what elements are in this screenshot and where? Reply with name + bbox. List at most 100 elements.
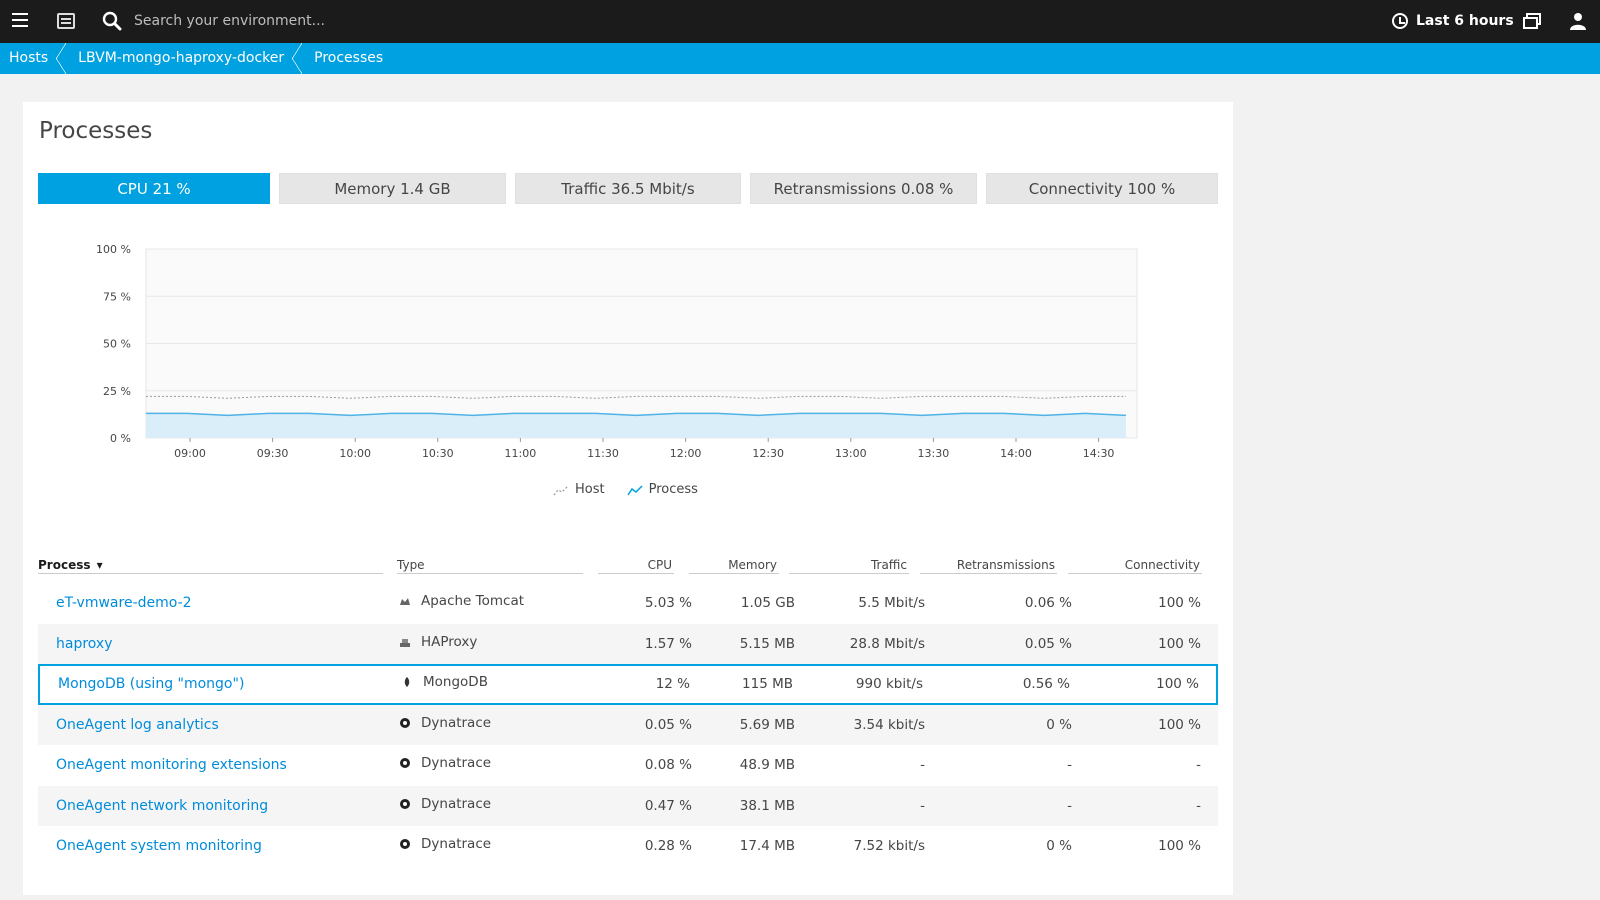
hamburger-menu-icon[interactable]	[12, 13, 28, 29]
table-row[interactable]: haproxy HAProxy 1.57 % 5.15 MB 28.8 Mbit/s…	[38, 623, 1218, 664]
x-tick-label: 12:30	[752, 447, 784, 460]
column-header-retransmissions[interactable]: Retransmissions	[920, 554, 1057, 576]
tab-retransmissions[interactable]: Retransmissions 0.08 %	[750, 173, 977, 204]
dynatrace-icon	[399, 838, 411, 850]
search-icon[interactable]	[102, 11, 122, 31]
legend-host[interactable]: Host	[553, 482, 605, 497]
process-name-link[interactable]: OneAgent system monitoring	[56, 826, 262, 866]
memory-value: 38.1 MB	[739, 797, 795, 814]
connectivity-value: 100 %	[1158, 595, 1201, 611]
traffic-value: 3.54 kbit/s	[853, 716, 925, 733]
column-header-process[interactable]: Process ▾	[38, 554, 383, 576]
tab-cpu[interactable]: CPU 21 %	[38, 173, 270, 204]
tab-traffic[interactable]: Traffic 36.5 Mbit/s	[515, 173, 741, 204]
process-type-label: Dynatrace	[421, 795, 492, 812]
connectivity-value: -	[1196, 797, 1201, 814]
cpu-chart-svg: 100 % 75 % 50 % 25 % 0 % 09:00 09:30 10:00 10:30…	[96, 243, 1138, 460]
x-tick-label: 13:30	[918, 447, 950, 460]
top-navigation-bar: Last 6 hours	[0, 0, 1600, 43]
table-row[interactable]: OneAgent system monitoring Dynatrace 0.2…	[38, 826, 1218, 867]
retransmissions-value: 0 %	[1046, 716, 1072, 733]
process-table-body: eT-vmware-demo-2 Apache Tomcat 5.03 % 1.0…	[38, 583, 1218, 867]
table-row[interactable]: OneAgent monitoring extensions Dynatrace…	[38, 745, 1218, 786]
connectivity-value: -	[1196, 757, 1201, 773]
traffic-value: 5.5 Mbit/s	[858, 595, 925, 611]
y-tick-label: 0 %	[110, 432, 131, 445]
process-type-label: Apache Tomcat	[421, 593, 525, 609]
timeframe-selector[interactable]: Last 6 hours	[1392, 11, 1514, 31]
dynatrace-icon	[399, 798, 411, 810]
legend-host-label: Host	[575, 482, 605, 497]
legend-process-label: Process	[648, 482, 698, 497]
process-name-link[interactable]: eT-vmware-demo-2	[56, 583, 192, 623]
cpu-value: 0.08 %	[644, 757, 692, 773]
process-series-area	[146, 413, 1126, 438]
tab-connectivity[interactable]: Connectivity 100 %	[986, 173, 1218, 204]
x-tick-label: 11:30	[587, 447, 619, 460]
retransmissions-value: 0.06 %	[1024, 595, 1072, 611]
mongodb-icon	[401, 676, 413, 688]
traffic-value: -	[920, 757, 925, 773]
breadcrumb-processes[interactable]: Processes	[302, 43, 401, 74]
tab-memory[interactable]: Memory 1.4 GB	[279, 173, 506, 204]
process-type: Dynatrace	[399, 826, 491, 862]
cpu-value: 0.47 %	[644, 797, 692, 814]
breadcrumb-hosts[interactable]: Hosts	[0, 43, 67, 74]
x-tick-label: 14:00	[1000, 447, 1032, 460]
table-row[interactable]: eT-vmware-demo-2 Apache Tomcat 5.03 % 1.0…	[38, 583, 1218, 624]
dynatrace-icon	[399, 717, 411, 729]
timeframe-label: Last 6 hours	[1416, 13, 1514, 29]
retransmissions-value: -	[1067, 797, 1072, 814]
windows-icon[interactable]	[1523, 13, 1541, 29]
process-type-label: Dynatrace	[421, 714, 492, 731]
breadcrumb-host[interactable]: LBVM-mongo-haproxy-docker	[66, 43, 303, 74]
cpu-value: 12 %	[655, 676, 690, 692]
traffic-value: -	[920, 797, 925, 814]
process-type-label: HAProxy	[421, 633, 478, 650]
process-name-link[interactable]: OneAgent log analytics	[56, 705, 219, 745]
column-header-memory[interactable]: Memory	[689, 554, 779, 576]
process-name-link[interactable]: OneAgent network monitoring	[56, 786, 268, 826]
y-tick-label: 50 %	[103, 338, 131, 351]
user-icon[interactable]	[1569, 12, 1587, 30]
process-name-link[interactable]: OneAgent monitoring extensions	[56, 745, 287, 785]
x-tick-label: 09:30	[257, 447, 289, 460]
retransmissions-value: -	[1067, 757, 1072, 773]
page-title: Processes	[39, 118, 153, 144]
tomcat-icon	[399, 595, 411, 607]
memory-value: 5.15 MB	[739, 635, 795, 652]
memory-value: 1.05 GB	[740, 595, 795, 611]
retransmissions-value: 0.05 %	[1024, 635, 1072, 652]
process-series-icon	[626, 484, 643, 495]
process-name-link[interactable]: haproxy	[56, 624, 113, 664]
haproxy-icon	[399, 636, 411, 648]
legend-process[interactable]: Process	[626, 482, 698, 497]
column-header-cpu[interactable]: CPU	[598, 554, 674, 576]
environment-icon[interactable]	[57, 13, 75, 29]
x-tick-label: 13:00	[835, 447, 867, 460]
column-header-connectivity[interactable]: Connectivity	[1068, 554, 1202, 576]
process-type-label: Dynatrace	[421, 836, 492, 852]
x-tick-label: 12:00	[670, 447, 702, 460]
table-row[interactable]: OneAgent network monitoring Dynatrace 0.…	[38, 785, 1218, 826]
dynatrace-icon	[399, 757, 411, 769]
retransmissions-value: 0.56 %	[1022, 676, 1070, 692]
connectivity-value: 100 %	[1158, 635, 1201, 652]
table-row[interactable]: OneAgent log analytics Dynatrace 0.05 % 5…	[38, 704, 1218, 745]
table-row[interactable]: MongoDB (using "mongo") MongoDB 12 % 115 …	[38, 664, 1218, 705]
connectivity-value: 100 %	[1158, 716, 1201, 733]
process-type: Dynatrace	[399, 705, 491, 741]
column-header-traffic[interactable]: Traffic	[789, 554, 909, 576]
x-tick-label: 11:00	[505, 447, 537, 460]
x-tick-label: 10:30	[422, 447, 454, 460]
traffic-value: 7.52 kbit/s	[853, 838, 925, 854]
processes-panel: Processes CPU 21 % Memory 1.4 GB Traffic…	[23, 102, 1233, 895]
process-type-label: MongoDB	[423, 674, 488, 690]
cpu-value: 5.03 %	[644, 595, 692, 611]
memory-value: 115 MB	[742, 676, 793, 692]
process-name-link[interactable]: MongoDB (using "mongo")	[58, 664, 244, 704]
process-type: MongoDB	[401, 664, 488, 700]
column-header-type[interactable]: Type	[397, 554, 583, 576]
cpu-chart: 100 % 75 % 50 % 25 % 0 % 09:00 09:30 10:00 10:30…	[73, 242, 1173, 502]
search-input[interactable]	[134, 8, 554, 34]
